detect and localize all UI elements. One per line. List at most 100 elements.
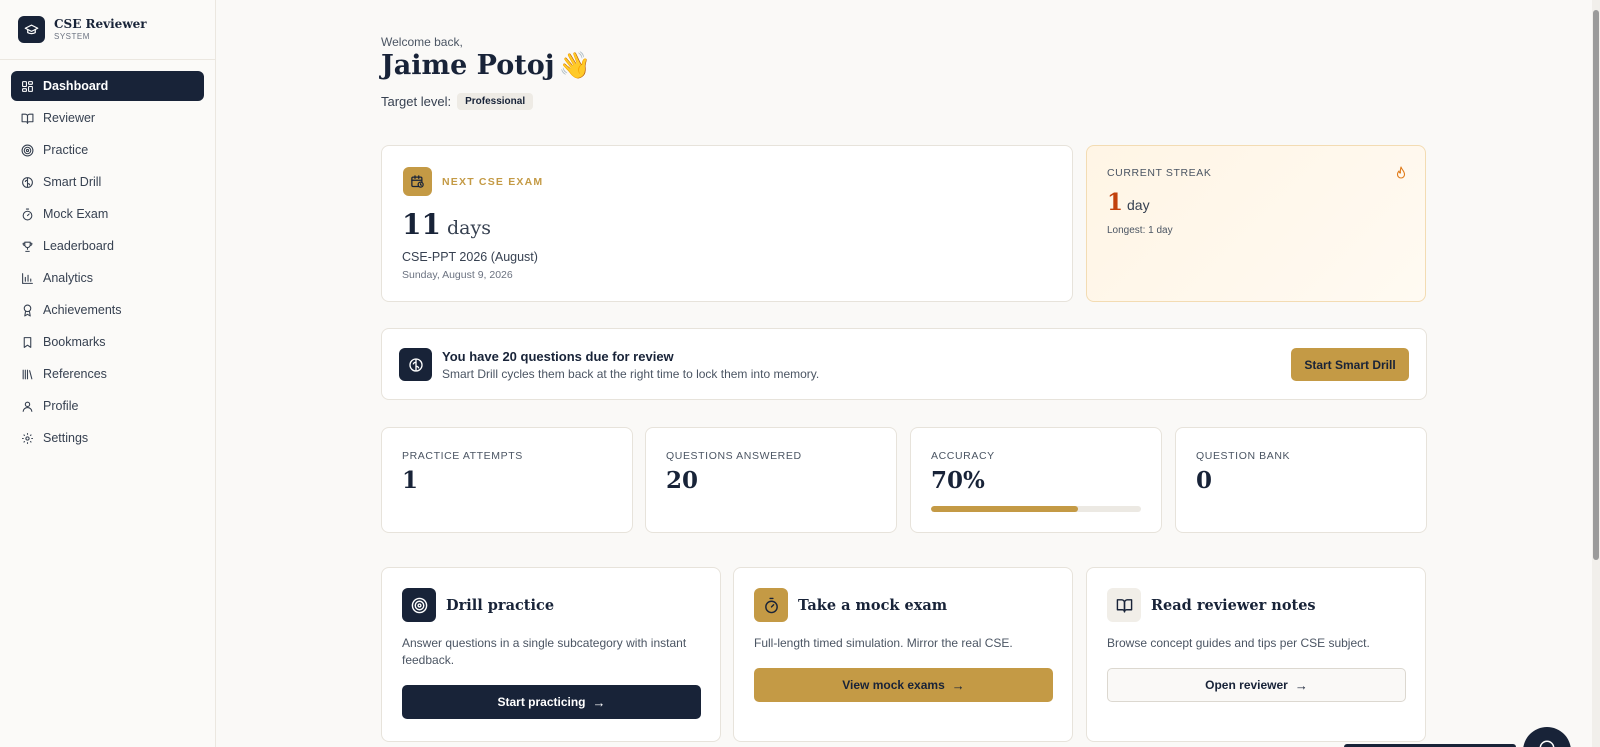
open-reviewer-button[interactable]: Open reviewer → [1107, 668, 1406, 702]
bookmark-icon [20, 335, 34, 349]
button-label: Start practicing [497, 695, 586, 709]
stat-card-accuracy: ACCURACY 70% [910, 427, 1162, 533]
stat-label: QUESTIONS ANSWERED [666, 450, 802, 462]
target-level: Target level: Professional [381, 93, 534, 110]
timer-icon [754, 588, 788, 622]
scrollbar-thumb[interactable] [1593, 10, 1599, 560]
brain-icon [20, 175, 34, 189]
sidebar-item-label: Analytics [43, 271, 94, 285]
sidebar: CSE Reviewer SYSTEM Dashboard Reviewer P… [0, 0, 216, 747]
page-title: Jaime Potoj 👋 [381, 50, 591, 81]
sidebar-item-label: Settings [43, 431, 89, 445]
exam-name: CSE-PPT 2026 (August) [402, 250, 538, 264]
button-label: Open reviewer [1205, 678, 1288, 692]
brain-icon [399, 348, 432, 381]
stat-label: ACCURACY [931, 450, 995, 462]
stat-card-question-bank: QUESTION BANK 0 [1175, 427, 1427, 533]
next-exam-card: NEXT CSE EXAM 11 days CSE-PPT 2026 (Augus… [381, 145, 1073, 302]
sidebar-item-references[interactable]: References [11, 359, 204, 389]
wave-emoji: 👋 [558, 51, 591, 81]
sidebar-item-label: Leaderboard [43, 239, 114, 253]
target-level-badge: Professional [457, 93, 534, 110]
user-name: Jaime Potoj [381, 50, 555, 81]
sidebar-item-settings[interactable]: Settings [11, 423, 204, 453]
sidebar-item-label: Bookmarks [43, 335, 106, 349]
sidebar-item-label: Practice [43, 143, 89, 157]
brand-subtitle: SYSTEM [54, 32, 90, 41]
action-description: Browse concept guides and tips per CSE s… [1107, 636, 1370, 650]
flame-icon [1395, 166, 1407, 185]
streak-longest: Longest: 1 day [1107, 225, 1173, 236]
sidebar-item-label: Smart Drill [43, 175, 102, 189]
arrow-right-icon: → [1294, 677, 1308, 693]
sidebar-item-practice[interactable]: Practice [11, 135, 204, 165]
stat-card-practice-attempts: PRACTICE ATTEMPTS 1 [381, 427, 633, 533]
sidebar-item-mock-exam[interactable]: Mock Exam [11, 199, 204, 229]
exam-days-number: 11 [402, 208, 441, 241]
arrow-right-icon: → [592, 694, 606, 710]
action-description: Answer questions in a single subcategory… [402, 636, 687, 667]
action-title: Take a mock exam [798, 597, 948, 614]
sidebar-item-label: Reviewer [43, 111, 96, 125]
sidebar-item-profile[interactable]: Profile [11, 391, 204, 421]
target-level-label: Target level: [381, 94, 452, 109]
sidebar-item-label: Dashboard [43, 79, 109, 93]
streak-label: CURRENT STREAK [1107, 167, 1212, 179]
chat-icon [1538, 739, 1556, 747]
bar-chart-icon [20, 271, 34, 285]
sidebar-item-bookmarks[interactable]: Bookmarks [11, 327, 204, 357]
accuracy-progress-fill [931, 506, 1078, 512]
timer-icon [20, 207, 34, 221]
sidebar-item-leaderboard[interactable]: Leaderboard [11, 231, 204, 261]
arrow-right-icon: → [951, 677, 965, 693]
sidebar-item-reviewer[interactable]: Reviewer [11, 103, 204, 133]
page-scrollbar[interactable] [1592, 0, 1600, 747]
calendar-clock-icon [403, 167, 432, 196]
target-icon [20, 143, 34, 157]
review-subtitle: Smart Drill cycles them back at the righ… [442, 367, 820, 381]
sidebar-item-label: Mock Exam [43, 207, 109, 221]
sidebar-item-analytics[interactable]: Analytics [11, 263, 204, 293]
grid-icon [20, 79, 34, 93]
streak-value: 1 day [1107, 189, 1150, 216]
brand[interactable]: CSE Reviewer SYSTEM [0, 0, 215, 60]
stat-value: 70% [931, 467, 985, 494]
sidebar-item-achievements[interactable]: Achievements [11, 295, 204, 325]
action-title: Drill practice [446, 597, 555, 614]
welcome-text: Welcome back, [381, 35, 463, 49]
brand-title: CSE Reviewer [54, 17, 147, 31]
review-due-banner: You have 20 questions due for review Sma… [381, 328, 1427, 400]
action-title: Read reviewer notes [1151, 597, 1316, 614]
button-label: View mock exams [842, 678, 945, 692]
gear-icon [20, 431, 34, 445]
current-streak-card: CURRENT STREAK 1 day Longest: 1 day [1086, 145, 1426, 302]
accuracy-progress-bar [931, 506, 1141, 512]
stat-label: PRACTICE ATTEMPTS [402, 450, 523, 462]
sidebar-nav: Dashboard Reviewer Practice Smart Drill … [0, 60, 215, 453]
sidebar-item-smart-drill[interactable]: Smart Drill [11, 167, 204, 197]
graduation-cap-icon [18, 16, 45, 43]
user-icon [20, 399, 34, 413]
stat-value: 20 [666, 467, 699, 494]
action-description: Full-length timed simulation. Mirror the… [754, 636, 1013, 650]
book-open-icon [20, 111, 34, 125]
next-exam-label: NEXT CSE EXAM [442, 176, 544, 188]
stat-card-questions-answered: QUESTIONS ANSWERED 20 [645, 427, 897, 533]
mock-exam-card: Take a mock exam Full-length timed simul… [733, 567, 1073, 742]
trophy-icon [20, 239, 34, 253]
sidebar-item-dashboard[interactable]: Dashboard [11, 71, 204, 101]
reviewer-notes-card: Read reviewer notes Browse concept guide… [1086, 567, 1426, 742]
library-icon [20, 367, 34, 381]
start-smart-drill-button[interactable]: Start Smart Drill [1291, 348, 1409, 381]
sidebar-item-label: References [43, 367, 107, 381]
exam-days-unit: days [446, 217, 491, 239]
view-mock-exams-button[interactable]: View mock exams → [754, 668, 1053, 702]
review-title: You have 20 questions due for review [442, 349, 674, 364]
drill-practice-card: Drill practice Answer questions in a sin… [381, 567, 721, 742]
target-icon [402, 588, 436, 622]
start-practicing-button[interactable]: Start practicing → [402, 685, 701, 719]
exam-date: Sunday, August 9, 2026 [402, 269, 513, 281]
streak-number: 1 [1107, 189, 1124, 216]
help-chat-button[interactable] [1523, 727, 1571, 747]
streak-unit: day [1127, 197, 1150, 213]
